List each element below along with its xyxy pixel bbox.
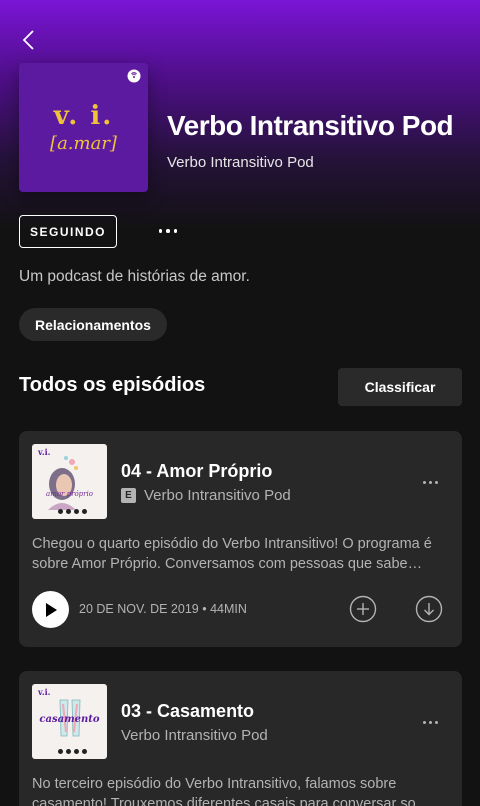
- add-to-library-button[interactable]: [349, 595, 377, 623]
- chevron-left-icon: [22, 30, 34, 50]
- explicit-badge: E: [121, 488, 136, 503]
- sort-button[interactable]: Classificar: [338, 368, 462, 406]
- episode-card[interactable]: v.i. amor próprio 04 - Amor Próprio E Ve…: [19, 431, 462, 647]
- podcast-author[interactable]: Verbo Intransitivo Pod: [167, 154, 314, 171]
- episode-thumbnail: v.i. amor próprio: [32, 444, 107, 519]
- plus-circle-icon: [349, 595, 377, 623]
- episode-more-button[interactable]: [416, 712, 444, 732]
- episode-more-button[interactable]: [416, 472, 444, 492]
- back-button[interactable]: [14, 26, 42, 54]
- podcast-description: Um podcast de histórias de amor.: [19, 268, 250, 285]
- episode-show: Verbo Intransitivo Pod: [144, 487, 291, 504]
- download-button[interactable]: [415, 595, 443, 623]
- cover-subtitle: [a.mar]: [50, 132, 117, 154]
- more-options-button[interactable]: [152, 218, 184, 244]
- play-button[interactable]: [32, 591, 69, 628]
- podcast-cover: v. i. [a.mar]: [19, 63, 148, 192]
- episode-card[interactable]: v.i. casamento 03 - Casamento Verbo Intr…: [19, 671, 462, 806]
- episode-date-duration: 20 DE NOV. DE 2019 • 44MIN: [79, 602, 247, 616]
- more-horizontal-icon: [422, 480, 426, 484]
- more-horizontal-icon: [158, 229, 163, 233]
- download-circle-icon: [415, 595, 443, 623]
- episode-title[interactable]: 04 - Amor Próprio: [121, 461, 272, 482]
- episode-description: No terceiro episódio do Verbo Intransiti…: [32, 776, 431, 806]
- category-chip[interactable]: Relacionamentos: [19, 308, 167, 341]
- episodes-section-title: Todos os episódios: [19, 374, 206, 396]
- cover-title: v. i.: [53, 100, 114, 131]
- episode-title[interactable]: 03 - Casamento: [121, 701, 254, 722]
- podcast-badge-icon: [127, 69, 141, 83]
- portrait-illustration: [48, 456, 78, 510]
- play-icon: [45, 602, 57, 617]
- podcast-title: Verbo Intransitivo Pod: [167, 110, 454, 141]
- thumbnail-label: casamento: [39, 714, 100, 725]
- more-horizontal-icon: [422, 720, 426, 724]
- episode-show: Verbo Intransitivo Pod: [121, 727, 268, 744]
- follow-button[interactable]: SEGUINDO: [19, 215, 117, 248]
- episode-description: Chegou o quarto episódio do Verbo Intran…: [32, 536, 432, 572]
- thumbnail-label: amor próprio: [46, 490, 93, 498]
- episode-thumbnail: v.i. casamento: [32, 684, 107, 759]
